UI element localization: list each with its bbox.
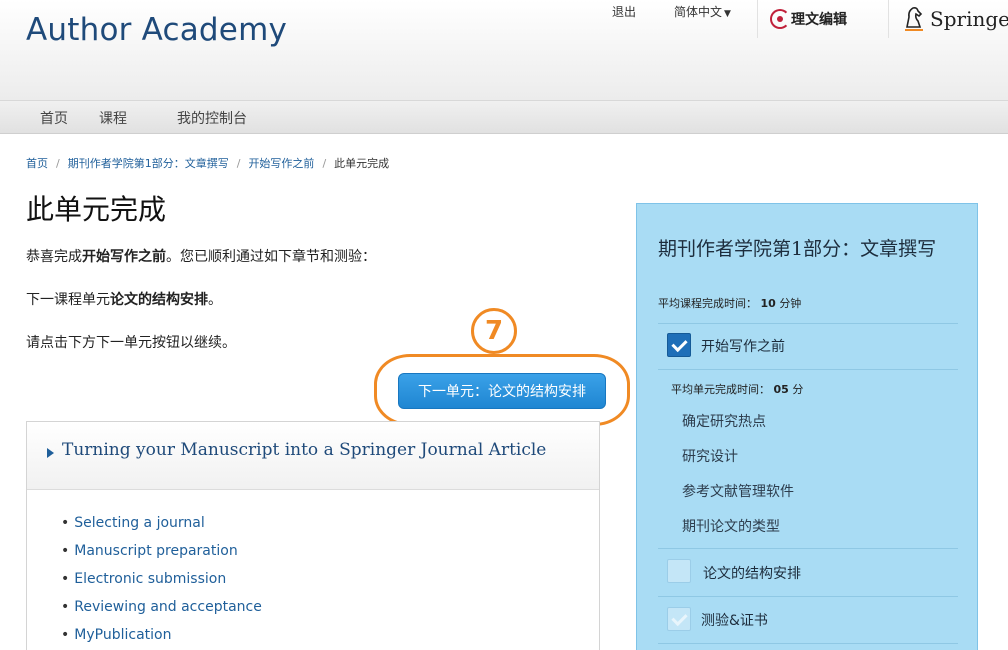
- course-avg-time: 平均课程完成时间： 10 分钟: [658, 295, 801, 311]
- sidebar-course-title: 期刊作者学院第1部分：文章撰写: [658, 238, 937, 260]
- nav-courses[interactable]: 课程: [99, 108, 127, 128]
- unit-checkbox-unchecked[interactable]: [667, 559, 691, 583]
- next-unit-button[interactable]: 下一单元：论文的结构安排: [398, 373, 606, 409]
- course-avg-label: 平均课程完成时间：: [658, 297, 757, 310]
- main-nav: 首页 课程 我的控制台: [0, 100, 1008, 134]
- expand-triangle-icon: [47, 448, 54, 458]
- list-item: • Reviewing and acceptance: [61, 599, 262, 615]
- unit-avg-time: 平均单元完成时间： 05 分: [671, 381, 803, 397]
- list-item: • MyPublication: [61, 627, 172, 643]
- language-selector[interactable]: 简体中文 ▼: [674, 3, 731, 20]
- nav-home[interactable]: 首页: [40, 108, 68, 128]
- breadcrumb-separator: /: [322, 157, 327, 170]
- partner-logo-icon: [770, 9, 790, 29]
- congrats-text: 恭喜完成开始写作之前。您已顺利通过如下章节和测验：: [26, 246, 376, 266]
- unit-checkbox-disabled: [667, 607, 691, 631]
- sidebar-subitem[interactable]: 参考文献管理软件: [682, 481, 794, 501]
- unit-avg-value: 05: [773, 383, 789, 396]
- partner-logo-label: 理文编辑: [791, 12, 847, 28]
- topic-link[interactable]: Manuscript preparation: [74, 543, 237, 559]
- nav-dashboard[interactable]: 我的控制台: [177, 108, 247, 128]
- list-item: • Selecting a journal: [61, 515, 205, 531]
- sidebar-divider: [658, 548, 958, 549]
- breadcrumb-current: 此单元完成: [334, 157, 390, 170]
- sidebar-unit-label[interactable]: 论文的结构安排: [703, 563, 801, 583]
- sidebar-unit-label[interactable]: 测验&证书: [701, 610, 768, 630]
- logout-link[interactable]: 退出: [612, 3, 636, 20]
- sidebar-subitem[interactable]: 期刊论文的类型: [682, 516, 780, 536]
- breadcrumb-separator: /: [56, 157, 60, 170]
- next-unit-text: 下一课程单元论文的结构安排。: [26, 289, 222, 309]
- breadcrumb-home[interactable]: 首页: [26, 157, 48, 170]
- breadcrumb-unit[interactable]: 开始写作之前: [248, 157, 314, 170]
- topic-link[interactable]: Reviewing and acceptance: [74, 599, 262, 615]
- caret-down-icon: ▼: [724, 9, 731, 19]
- course-outline-sidebar: 期刊作者学院第1部分：文章撰写 平均课程完成时间： 10 分钟 开始写作之前 平…: [636, 203, 978, 650]
- sidebar-unit-label[interactable]: 开始写作之前: [701, 336, 785, 356]
- unit-avg-label: 平均单元完成时间：: [671, 383, 770, 396]
- next-prefix: 下一课程单元: [26, 292, 110, 308]
- language-label: 简体中文: [674, 5, 723, 19]
- course-panel: Turning your Manuscript into a Springer …: [26, 421, 600, 650]
- sidebar-subitem[interactable]: 研究设计: [682, 446, 738, 466]
- sidebar-subitem[interactable]: 确定研究热点: [682, 411, 766, 431]
- congrats-prefix: 恭喜完成: [26, 249, 82, 265]
- springer-horse-icon: [905, 7, 923, 31]
- springer-logo-label: Springer: [930, 7, 1008, 31]
- breadcrumb: 首页 / 期刊作者学院第1部分：文章撰写 / 开始写作之前 / 此单元完成: [26, 155, 389, 171]
- completed-unit-name: 开始写作之前: [82, 249, 166, 265]
- next-suffix: 。: [208, 292, 222, 308]
- congrats-suffix: 。您已顺利通过如下章节和测验：: [166, 249, 376, 265]
- page-title: 此单元完成: [26, 193, 167, 226]
- instruction-text: 请点击下方下一单元按钮以继续。: [26, 335, 236, 351]
- annotation-step-number: 7: [471, 308, 517, 354]
- sidebar-divider: [658, 643, 958, 644]
- course-avg-value: 10: [760, 297, 776, 310]
- list-item: • Electronic submission: [61, 571, 227, 587]
- topic-list: • Selecting a journal • Manuscript prepara…: [61, 515, 262, 650]
- course-avg-unit: 分钟: [779, 297, 802, 310]
- topic-link[interactable]: Electronic submission: [74, 571, 226, 587]
- course-panel-header[interactable]: Turning your Manuscript into a Springer …: [27, 422, 599, 490]
- sidebar-divider: [658, 369, 958, 370]
- unit-avg-unit: 分: [792, 383, 804, 396]
- list-item: • Manuscript preparation: [61, 543, 238, 559]
- topic-link[interactable]: Selecting a journal: [74, 515, 205, 531]
- partner-logo[interactable]: 理文编辑: [770, 9, 847, 29]
- course-panel-title: Turning your Manuscript into a Springer …: [62, 440, 547, 460]
- brand-title[interactable]: Author Academy: [26, 12, 287, 48]
- site-header: Author Academy 退出 简体中文▼ 理文编辑 Springer: [0, 0, 1008, 100]
- springer-logo[interactable]: Springer: [903, 5, 1008, 33]
- breadcrumb-course[interactable]: 期刊作者学院第1部分：文章撰写: [68, 157, 229, 170]
- sidebar-divider: [658, 323, 958, 324]
- next-unit-name: 论文的结构安排: [110, 292, 208, 308]
- breadcrumb-separator: /: [236, 157, 241, 170]
- unit-checkbox-checked[interactable]: [667, 333, 691, 357]
- topic-link[interactable]: MyPublication: [74, 627, 171, 643]
- sidebar-divider: [658, 596, 958, 597]
- header-divider: [888, 0, 889, 38]
- header-divider: [757, 0, 758, 38]
